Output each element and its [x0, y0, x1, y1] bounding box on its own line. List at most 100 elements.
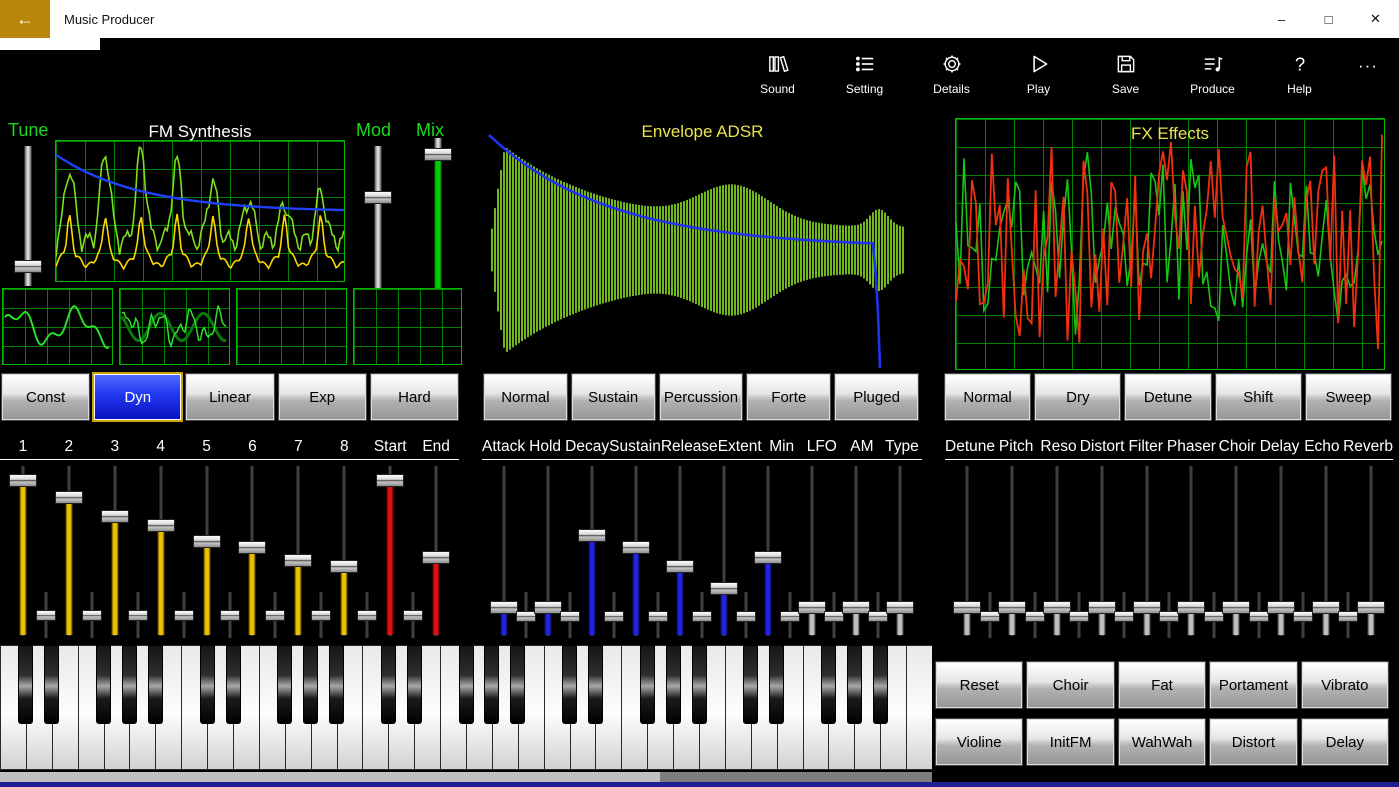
slider-thumb[interactable]	[578, 529, 606, 542]
fm-mode-dyn-button[interactable]: Dyn	[92, 372, 184, 422]
black-key[interactable]	[691, 645, 707, 724]
adsr-slider-type[interactable]	[884, 466, 916, 636]
black-key[interactable]	[510, 645, 526, 724]
preset-vibrato-button[interactable]: Vibrato	[1301, 662, 1389, 708]
fx-slider-reverb[interactable]	[1355, 466, 1387, 636]
slider-thumb[interactable]	[330, 560, 359, 573]
toolbar-sound-button[interactable]: Sound	[734, 40, 821, 96]
black-key[interactable]	[303, 645, 319, 724]
slider-fill	[764, 557, 772, 635]
black-key[interactable]	[199, 645, 215, 724]
fm-mode-hard-button[interactable]: Hard	[370, 374, 459, 420]
black-key[interactable]	[406, 645, 422, 724]
keyboard-scrollbar[interactable]	[0, 772, 932, 782]
maximize-button[interactable]: □	[1305, 0, 1352, 38]
slider-thumb[interactable]	[284, 554, 313, 567]
slider-thumb[interactable]	[1356, 601, 1385, 614]
fx-mode-detune-button[interactable]: Detune	[1125, 374, 1211, 420]
preset-fat-button[interactable]: Fat	[1118, 662, 1206, 708]
slider-thumb[interactable]	[192, 535, 221, 548]
toolbar-produce-button[interactable]: Produce	[1169, 40, 1256, 96]
minimize-button[interactable]: –	[1258, 0, 1305, 38]
adsr-env-sustain-button[interactable]: Sustain	[571, 374, 655, 420]
preset-distort-button[interactable]: Distort	[1210, 719, 1297, 765]
slider-thumb[interactable]	[54, 491, 83, 504]
keyboard-scrollbar-thumb[interactable]	[0, 772, 660, 782]
slider-thumb[interactable]	[886, 601, 914, 614]
music-producer-window: ← Music Producer – □ ✕ Sound Setting Detai…	[0, 0, 1399, 787]
more-button[interactable]: ···	[1343, 40, 1393, 76]
black-key[interactable]	[380, 645, 396, 724]
slider-thumb[interactable]	[422, 551, 451, 564]
white-key[interactable]	[906, 645, 932, 770]
toolbar-save-button[interactable]: Save	[1082, 40, 1169, 96]
adsr-env-pluged-button[interactable]: Pluged	[835, 374, 918, 420]
slider-thumb[interactable]	[666, 560, 694, 573]
slider-thumb[interactable]	[8, 474, 37, 487]
black-key[interactable]	[846, 645, 862, 724]
fm-mode-linear-button[interactable]: Linear	[186, 374, 274, 420]
adsr-env-percussion-button[interactable]: Percussion	[659, 374, 743, 420]
fx-mode-shift-button[interactable]: Shift	[1215, 374, 1301, 420]
fm-mode-const-button[interactable]: Const	[2, 374, 90, 420]
slider-thumb[interactable]	[754, 551, 782, 564]
fx-label-filter: Filter	[1128, 438, 1163, 455]
fx-mode-dry-button[interactable]: Dry	[1035, 374, 1121, 420]
toolbar-play-button[interactable]: Play	[995, 40, 1082, 96]
black-key[interactable]	[44, 645, 60, 724]
close-button[interactable]: ✕	[1352, 0, 1399, 38]
preset-delay-button[interactable]: Delay	[1301, 719, 1389, 765]
adsr-env-normal-button[interactable]: Normal	[484, 374, 567, 420]
black-key[interactable]	[147, 645, 163, 724]
fx-mode-normal-button[interactable]: Normal	[945, 374, 1031, 420]
fx-slider-col	[1259, 466, 1314, 638]
black-key[interactable]	[639, 645, 655, 724]
slider-thumb[interactable]	[376, 474, 405, 487]
fx-mode-sweep-button[interactable]: Sweep	[1305, 374, 1392, 420]
tune-slider[interactable]	[12, 146, 44, 286]
slider-fill	[432, 557, 441, 635]
fm-slider-end[interactable]	[420, 466, 452, 636]
slider-thumb[interactable]	[364, 191, 392, 204]
fm-mode-exp-button[interactable]: Exp	[278, 374, 366, 420]
preset-reset-button[interactable]: Reset	[936, 662, 1023, 708]
preset-wahwah-button[interactable]: WahWah	[1118, 719, 1206, 765]
preset-portament-button[interactable]: Portament	[1210, 662, 1297, 708]
back-button[interactable]: ←	[0, 0, 50, 38]
black-key[interactable]	[329, 645, 345, 724]
slider-thumb[interactable]	[146, 519, 175, 532]
slider-thumb[interactable]	[238, 541, 267, 554]
toolbar-help-button[interactable]: ? Help	[1256, 40, 1343, 96]
black-key[interactable]	[484, 645, 500, 724]
preset-violine-button[interactable]: Violine	[936, 719, 1023, 765]
fx-slider-col	[1169, 466, 1224, 638]
slider-thumb[interactable]	[622, 541, 650, 554]
black-key[interactable]	[872, 645, 888, 724]
black-key[interactable]	[665, 645, 681, 724]
black-key[interactable]	[96, 645, 112, 724]
adsr-label-type: Type	[885, 438, 919, 455]
black-key[interactable]	[562, 645, 578, 724]
slider-thumb[interactable]	[14, 260, 42, 273]
black-key[interactable]	[121, 645, 137, 724]
black-key[interactable]	[458, 645, 474, 724]
toolbar-details-button[interactable]: Details	[908, 40, 995, 96]
preset-initfm-button[interactable]: InitFM	[1027, 719, 1114, 765]
mix-slider[interactable]	[422, 138, 454, 292]
mod-slider[interactable]	[362, 146, 394, 292]
slider-thumb[interactable]	[424, 148, 452, 161]
black-key[interactable]	[743, 645, 759, 724]
adsr-slider-col	[746, 466, 800, 638]
slider-thumb[interactable]	[100, 510, 129, 523]
black-key[interactable]	[225, 645, 241, 724]
black-key[interactable]	[769, 645, 785, 724]
adsr-env-forte-button[interactable]: Forte	[747, 374, 831, 420]
black-key[interactable]	[587, 645, 603, 724]
preset-choir-button[interactable]: Choir	[1027, 662, 1114, 708]
black-key[interactable]	[18, 645, 34, 724]
toolbar-setting-button[interactable]: Setting	[821, 40, 908, 96]
adsr-label-min: Min	[769, 438, 795, 455]
black-key[interactable]	[820, 645, 836, 724]
black-key[interactable]	[277, 645, 293, 724]
piano-keyboard	[0, 645, 932, 771]
